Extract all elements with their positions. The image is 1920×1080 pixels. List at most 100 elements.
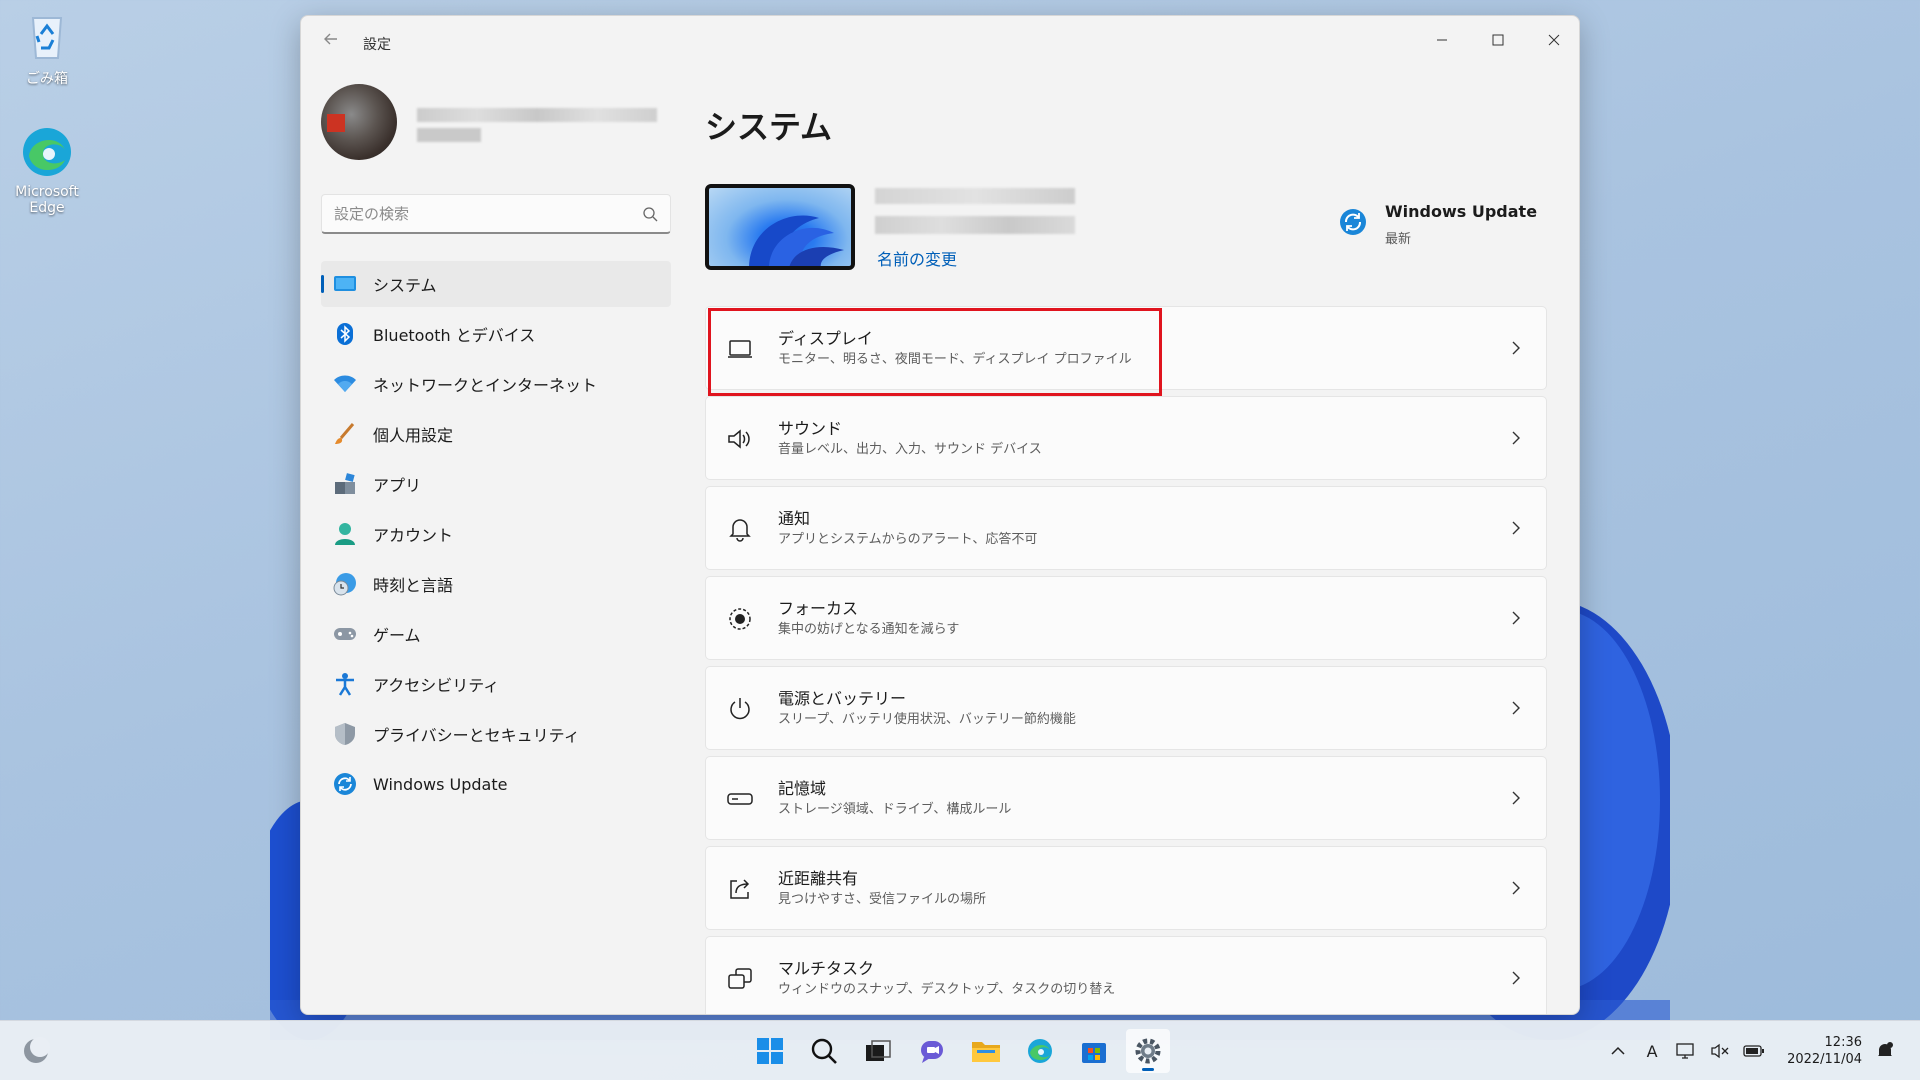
globe-clock-icon <box>333 572 357 596</box>
card-subtitle: スリープ、バッテリ使用状況、バッテリー節約機能 <box>778 712 1076 727</box>
nav-item-accounts[interactable]: アカウント <box>321 511 671 557</box>
chevron-right-icon <box>1512 881 1520 895</box>
card-subtitle: 見つけやすさ、受信ファイルの場所 <box>778 892 987 907</box>
windows-update-sync-icon <box>1340 209 1366 235</box>
focus-icon <box>726 605 754 633</box>
volume-status[interactable] <box>1709 1040 1731 1062</box>
chat-button[interactable] <box>910 1029 954 1073</box>
nav-item-bluetooth[interactable]: Bluetooth とデバイス <box>321 311 671 357</box>
close-icon <box>1548 34 1560 46</box>
nav-item-personalization[interactable]: 個人用設定 <box>321 411 671 457</box>
card-focus[interactable]: フォーカス 集中の妨げとなる通知を減らす <box>705 576 1547 660</box>
page-title: システム <box>705 108 833 146</box>
window-title: 設定 <box>363 37 391 53</box>
gamepad-icon <box>333 622 357 646</box>
device-model-redacted <box>875 216 1075 234</box>
edge-button[interactable] <box>1018 1029 1062 1073</box>
chevron-right-icon <box>1512 431 1520 445</box>
windows-update-title: Windows Update <box>1385 202 1538 221</box>
search-icon[interactable] <box>642 206 658 222</box>
folder-icon <box>972 1042 1000 1062</box>
maximize-icon <box>1492 34 1504 46</box>
card-title: マルチタスク <box>778 959 875 978</box>
card-sound[interactable]: サウンド 音量レベル、出力、入力、サウンド デバイス <box>705 396 1547 480</box>
rename-link[interactable]: 名前の変更 <box>877 246 957 270</box>
edge-taskbar-icon <box>1028 1039 1052 1063</box>
chevron-right-icon <box>1512 971 1520 985</box>
card-nearby-sharing[interactable]: 近距離共有 見つけやすさ、受信ファイルの場所 <box>705 846 1547 930</box>
bell-icon <box>726 515 754 543</box>
gear-icon <box>1135 1038 1161 1064</box>
nav-item-windows-update[interactable]: Windows Update <box>321 761 671 807</box>
card-power-battery[interactable]: 電源とバッテリー スリープ、バッテリ使用状況、バッテリー節約機能 <box>705 666 1547 750</box>
system-tray: A 12:36 2022/11/04 <box>1607 1021 1896 1080</box>
nav-item-gaming[interactable]: ゲーム <box>321 611 671 657</box>
card-multitasking[interactable]: マルチタスク ウィンドウのスナップ、デスクトップ、タスクの切り替え <box>705 936 1547 1014</box>
nav-item-network[interactable]: ネットワークとインターネット <box>321 361 671 407</box>
recycle-bin-icon <box>19 8 75 64</box>
maximize-button[interactable] <box>1475 24 1521 56</box>
windows-logo-icon <box>757 1038 783 1064</box>
weather-widget-icon <box>24 1037 50 1063</box>
card-storage[interactable]: 記憶域 ストレージ領域、ドライブ、構成ルール <box>705 756 1547 840</box>
nav-item-label: アプリ <box>373 476 422 495</box>
search-button[interactable] <box>802 1029 846 1073</box>
file-explorer-button[interactable] <box>964 1029 1008 1073</box>
card-subtitle: アプリとシステムからのアラート、応答不可 <box>778 532 1038 547</box>
card-display[interactable]: ディスプレイ モニター、明るさ、夜間モード、ディスプレイ プロファイル <box>705 306 1547 396</box>
card-notifications[interactable]: 通知 アプリとシステムからのアラート、応答不可 <box>705 486 1547 570</box>
nav-item-label: ネットワークとインターネット <box>373 376 598 395</box>
chevron-right-icon <box>1512 341 1520 355</box>
settings-window: 設定 システム Bluetooth とデバイス ネットワーク <box>300 15 1580 1015</box>
nav-item-accessibility[interactable]: アクセシビリティ <box>321 661 671 707</box>
settings-cards: ディスプレイ モニター、明るさ、夜間モード、ディスプレイ プロファイル サウンド… <box>705 306 1547 1014</box>
display-icon <box>726 335 754 363</box>
device-wallpaper-thumbnail <box>705 184 855 270</box>
minimize-button[interactable] <box>1419 24 1465 56</box>
desktop-recycle-bin[interactable]: ごみ箱 <box>2 8 92 88</box>
battery-icon <box>1743 1045 1765 1057</box>
card-title: サウンド <box>778 419 843 438</box>
nav-item-time-language[interactable]: 時刻と言語 <box>321 561 671 607</box>
account-icon <box>333 522 357 546</box>
settings-search-box[interactable] <box>321 194 671 234</box>
desktop-edge[interactable]: Microsoft Edge <box>2 124 92 216</box>
power-icon <box>726 695 754 723</box>
taskbar-search-icon <box>811 1038 837 1064</box>
close-button[interactable] <box>1531 24 1577 56</box>
nav-item-system[interactable]: システム <box>321 261 671 307</box>
store-button[interactable] <box>1072 1029 1116 1073</box>
nav-item-label: 時刻と言語 <box>373 576 454 595</box>
search-input[interactable] <box>322 195 670 232</box>
card-title: 記憶域 <box>778 779 827 798</box>
card-title: 近距離共有 <box>778 869 859 888</box>
start-button[interactable] <box>748 1029 792 1073</box>
ime-indicator[interactable]: A <box>1641 1040 1663 1062</box>
nav-item-label: Windows Update <box>373 774 508 794</box>
battery-status[interactable] <box>1743 1040 1765 1062</box>
show-hidden-icons-button[interactable] <box>1607 1040 1629 1062</box>
windows-update-status[interactable]: Windows Update 最新 <box>1339 200 1539 250</box>
user-email-redacted <box>417 128 481 142</box>
nav-item-privacy[interactable]: プライバシーとセキュリティ <box>321 711 671 757</box>
clock[interactable]: 12:36 2022/11/04 <box>1787 1034 1862 1068</box>
widgets-button[interactable] <box>20 1035 52 1067</box>
notification-bell-icon <box>1878 1042 1893 1056</box>
windows-update-icon <box>333 772 357 796</box>
windows-update-state: 最新 <box>1385 232 1412 247</box>
network-status[interactable] <box>1675 1040 1697 1062</box>
settings-taskbar-button[interactable] <box>1126 1029 1170 1073</box>
notification-center-button[interactable] <box>1874 1040 1896 1062</box>
nav-item-label: プライバシーとセキュリティ <box>373 726 580 745</box>
speaker-icon <box>726 425 754 453</box>
nav-item-apps[interactable]: アプリ <box>321 461 671 507</box>
nav-item-label: Bluetooth とデバイス <box>373 326 536 345</box>
task-view-button[interactable] <box>856 1029 900 1073</box>
user-profile[interactable] <box>321 84 661 174</box>
card-title: フォーカス <box>778 599 859 618</box>
bluetooth-icon <box>333 322 357 346</box>
title-bar: 設定 <box>301 16 1579 64</box>
back-button[interactable] <box>317 30 345 54</box>
brush-icon <box>333 422 357 446</box>
taskbar: A 12:36 2022/11/04 <box>0 1020 1920 1080</box>
